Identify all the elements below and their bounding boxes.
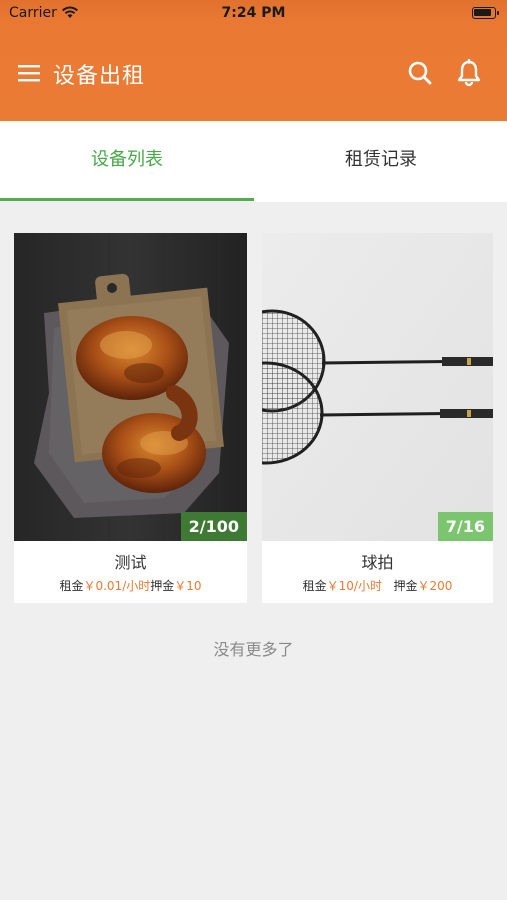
menu-icon[interactable] <box>18 63 40 83</box>
no-more-label: 没有更多了 <box>213 640 294 659</box>
battery-icon <box>472 7 499 19</box>
device-name: 测试 <box>114 553 147 572</box>
price-line: 租金￥0.01/小时押金￥10 <box>14 577 247 594</box>
search-icon[interactable] <box>407 60 433 86</box>
rent-label: 租金 <box>302 579 327 593</box>
tab-rental-records[interactable]: 租赁记录 <box>254 121 507 202</box>
stock-badge: 7/16 <box>437 512 493 541</box>
deposit-label: 押金 <box>393 579 418 593</box>
stock-badge: 2/100 <box>180 512 247 541</box>
bell-icon[interactable] <box>456 59 482 87</box>
page-title: 设备出租 <box>53 64 146 89</box>
app-header: Carrier 7:24 PM 设备出租 <box>0 0 507 121</box>
deposit-value: ￥200 <box>417 579 453 593</box>
deposit-value: ￥10 <box>174 579 202 593</box>
device-card[interactable]: 7/16 球拍 租金￥10/小时 押金￥200 <box>262 233 493 603</box>
deposit-label: 押金 <box>150 579 175 593</box>
rent-value: ￥10/小时 <box>326 579 382 593</box>
active-tab-indicator <box>0 198 254 201</box>
clock: 7:24 PM <box>221 5 286 21</box>
device-image-croissant: 2/100 <box>14 233 247 541</box>
status-bar: Carrier 7:24 PM <box>0 0 507 26</box>
tab-device-list[interactable]: 设备列表 <box>0 121 254 202</box>
price-line: 租金￥10/小时 押金￥200 <box>262 577 493 594</box>
tab-bar: 设备列表 租赁记录 <box>0 121 507 202</box>
device-name: 球拍 <box>361 553 394 572</box>
rent-value: ￥0.01/小时 <box>83 579 151 593</box>
rent-label: 租金 <box>59 579 84 593</box>
device-card[interactable]: 2/100 测试 租金￥0.01/小时押金￥10 <box>14 233 247 603</box>
device-image-racket: 7/16 <box>262 233 493 541</box>
